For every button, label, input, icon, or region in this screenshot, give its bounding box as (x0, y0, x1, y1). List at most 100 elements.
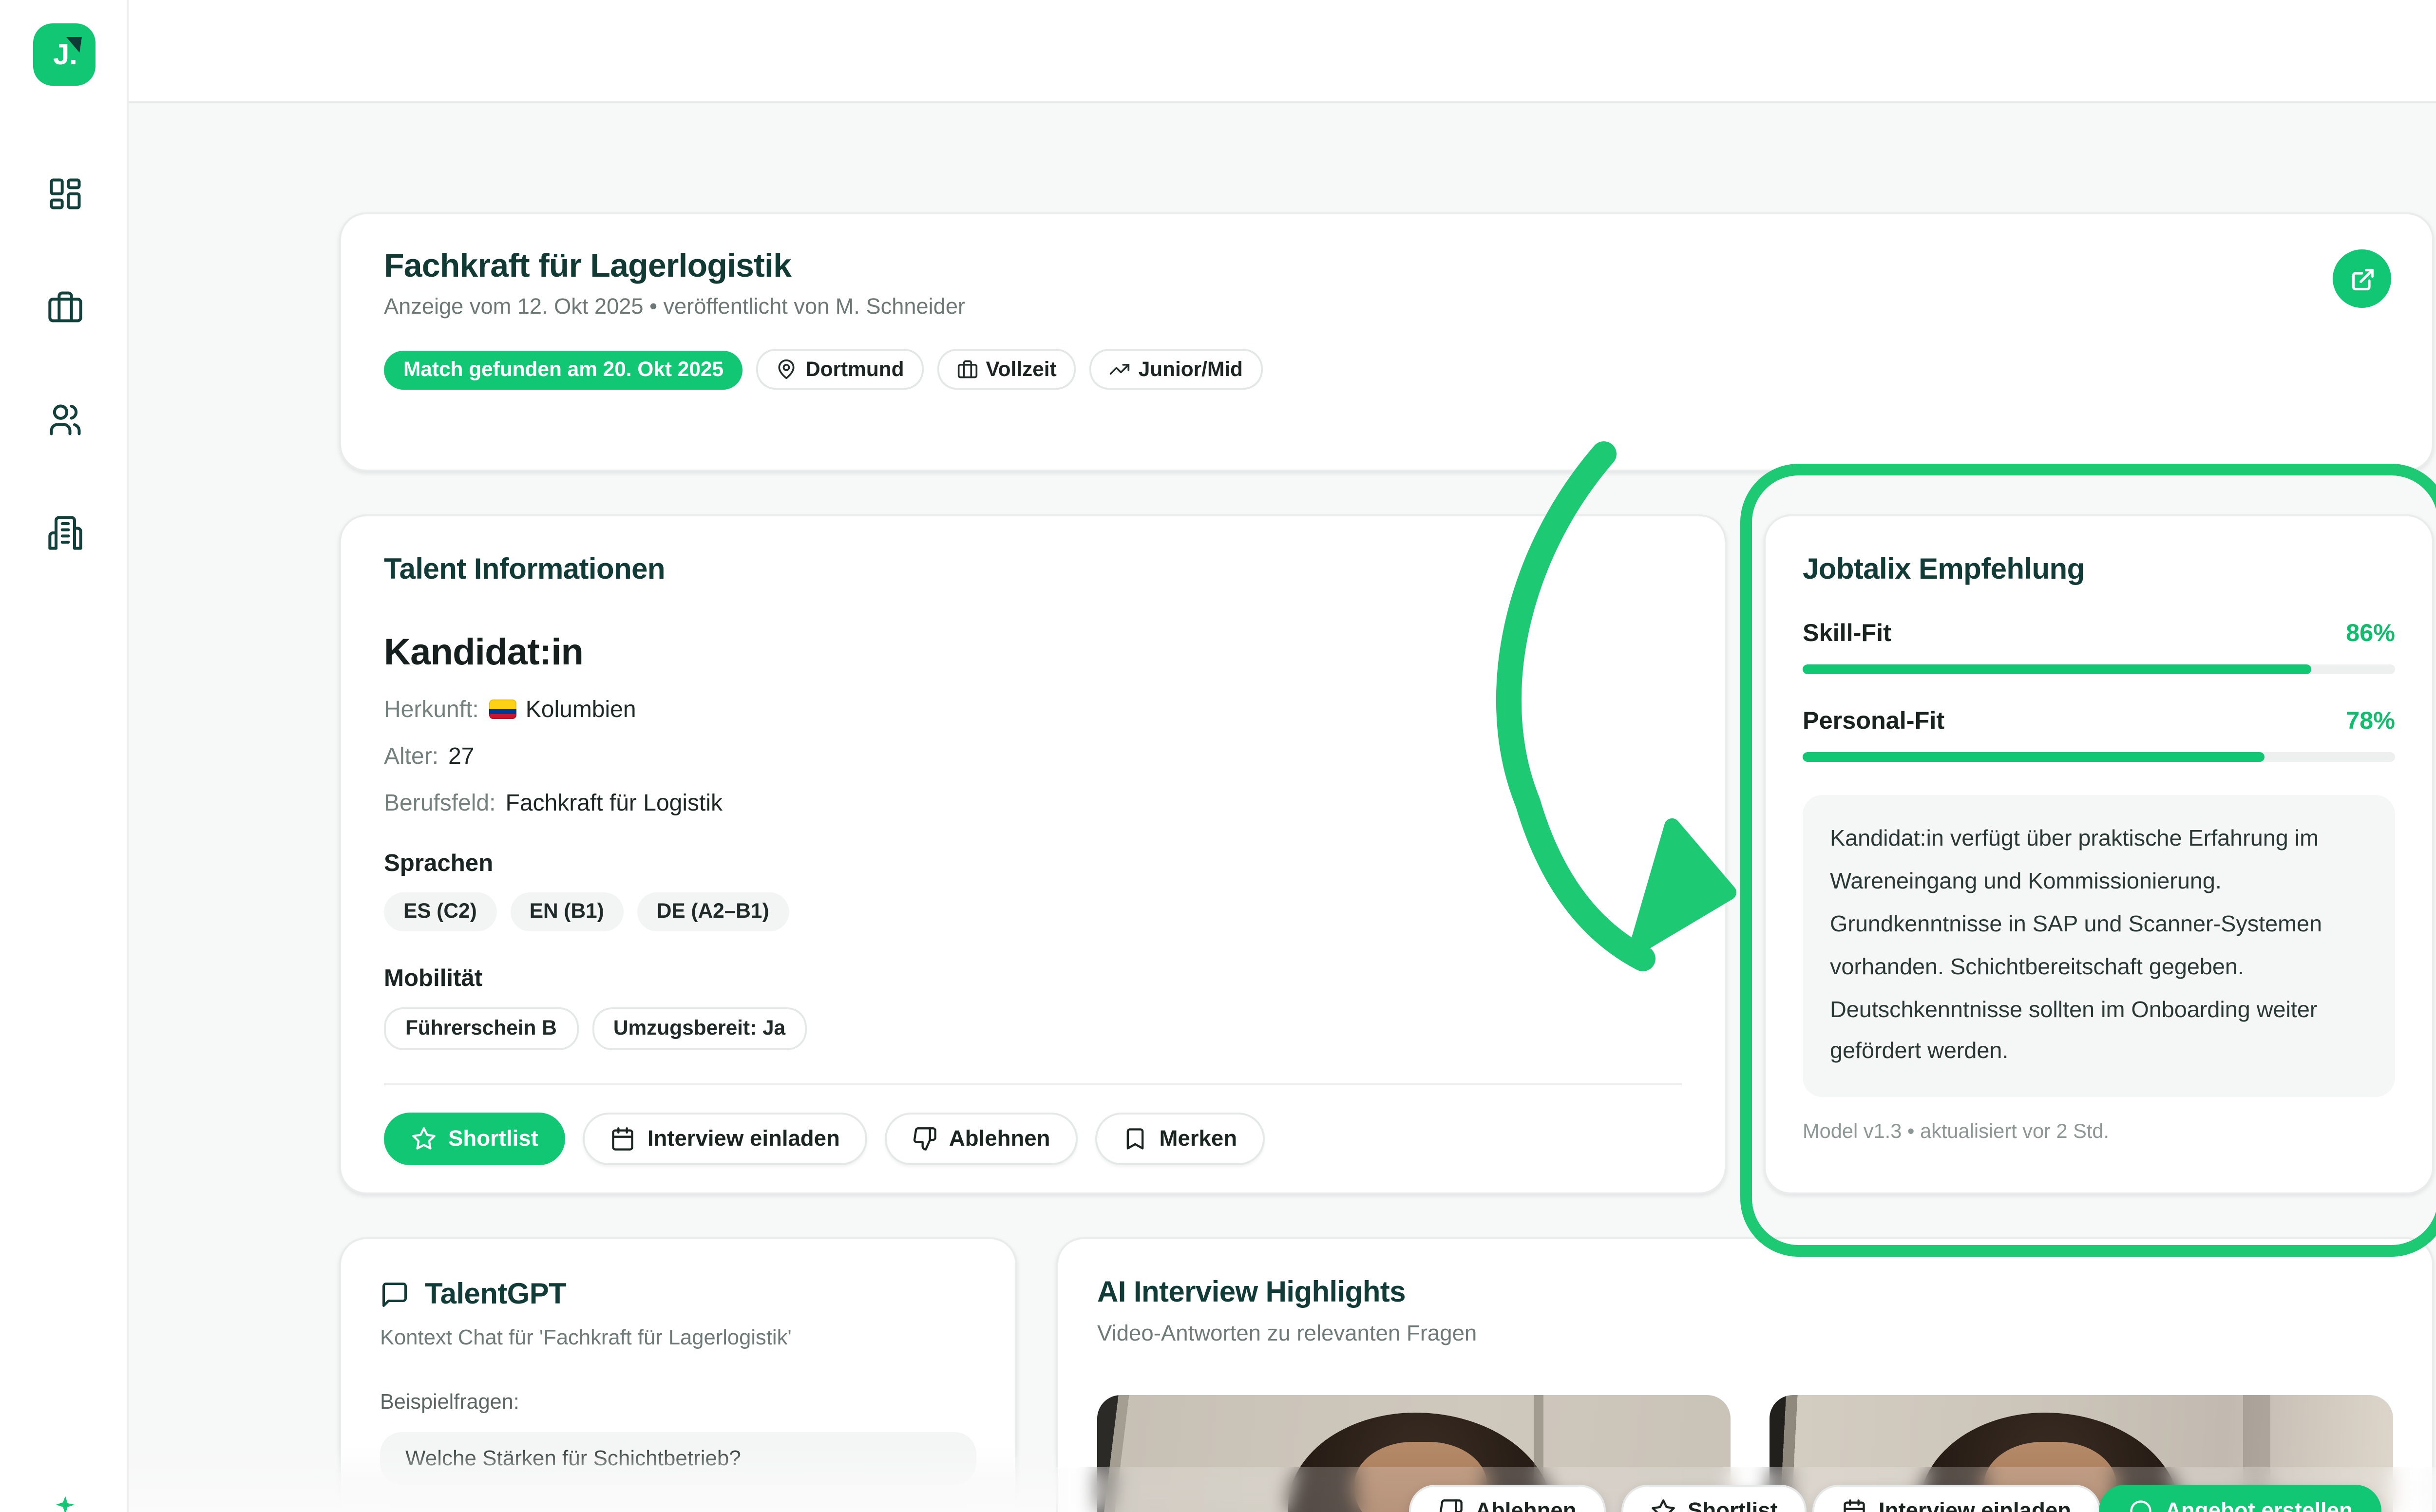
job-badges: Match gefunden am 20. Okt 2025 Dortmund … (384, 349, 2389, 390)
talent-card-title: Talent Informationen (384, 553, 1682, 586)
thumbs-down-icon (912, 1126, 937, 1152)
briefcase-icon (46, 287, 83, 324)
shortlist-button[interactable]: Shortlist (384, 1113, 566, 1165)
progress-track (1803, 752, 2395, 762)
button-label: Merken (1160, 1127, 1237, 1151)
talentgpt-header: TalentGPT (380, 1278, 976, 1311)
job-tag-label: Dortmund (805, 358, 904, 381)
job-tag-label: Junior/Mid (1139, 358, 1243, 381)
external-link-icon (2349, 266, 2375, 291)
button-label: Shortlist (1688, 1499, 1778, 1512)
colombia-flag-icon (489, 699, 516, 719)
chat-bubble-icon (380, 1280, 409, 1309)
job-title: Fachkraft für Lagerlogistik (384, 247, 2389, 286)
invite-interview-button[interactable]: Interview einladen (583, 1113, 867, 1165)
star-icon (1651, 1498, 1676, 1512)
reject-button[interactable]: Ablehnen (885, 1113, 1078, 1165)
job-tag-seniority: Junior/Mid (1090, 349, 1262, 390)
language-chip: ES (C2) (384, 892, 496, 931)
recommendation-title: Jobtalix Empfehlung (1803, 553, 2395, 586)
sidebar-item-dashboard[interactable] (31, 160, 97, 226)
bottom-action-bar: Ablehnen Shortlist Interview einladen An… (0, 1485, 2436, 1512)
sidebar: J. (0, 0, 129, 1512)
metric-label: Skill-Fit (1803, 620, 1891, 647)
circle-icon (2128, 1498, 2153, 1512)
top-header: MS (129, 0, 2436, 103)
talent-actions: Shortlist Interview einladen Ablehnen Me… (384, 1113, 1682, 1165)
field-label: Alter: (384, 742, 438, 770)
ai-interview-title: AI Interview Highlights (1097, 1276, 2393, 1309)
languages-title: Sprachen (384, 850, 1682, 877)
bookmark-button[interactable]: Merken (1095, 1113, 1265, 1165)
sidebar-item-companies[interactable] (31, 499, 97, 565)
recommendation-card: Jobtalix Empfehlung Skill-Fit 86% Person… (1764, 514, 2434, 1194)
map-pin-icon (776, 359, 798, 380)
metric-label: Personal-Fit (1803, 707, 1944, 735)
thumbs-down-icon (1438, 1498, 1464, 1512)
progress-fill (1803, 664, 2312, 674)
progress-fill (1803, 752, 2265, 762)
metric-skill-fit: Skill-Fit 86% (1803, 620, 2395, 674)
trending-up-icon (1109, 359, 1131, 380)
mobility-chip: Umzugsbereit: Ja (592, 1007, 807, 1050)
sidebar-nav (0, 160, 129, 565)
scale-wrapper: MS J. (0, 0, 2436, 1512)
sidebar-item-jobs[interactable] (31, 273, 97, 339)
open-job-posting-button[interactable] (2333, 249, 2391, 308)
calendar-icon (610, 1126, 636, 1152)
field-age: Alter: 27 (384, 742, 1682, 770)
job-tag-employment: Vollzeit (937, 349, 1076, 390)
divider (384, 1083, 1682, 1085)
language-chip: EN (B1) (510, 892, 624, 931)
job-card: Fachkraft für Lagerlogistik Anzeige vom … (339, 212, 2434, 472)
brand-logo[interactable]: J. (33, 23, 95, 86)
language-chip: DE (A2–B1) (637, 892, 789, 931)
button-label: Interview einladen (647, 1127, 840, 1151)
mobility-chip: Führerschein B (384, 1007, 578, 1050)
job-tag-label: Vollzeit (986, 358, 1057, 381)
button-label: Angebot erstellen (2165, 1499, 2353, 1512)
example-questions-label: Beispielfragen: (380, 1391, 976, 1415)
field-profession: Berufsfeld: Fachkraft für Logistik (384, 789, 1682, 816)
field-label: Berufsfeld: (384, 789, 496, 816)
recommendation-footer: Model v1.3 • aktualisiert vor 2 Std. (1803, 1123, 2395, 1144)
create-offer-button[interactable]: Angebot erstellen (2099, 1485, 2382, 1512)
match-badge: Match gefunden am 20. Okt 2025 (384, 350, 743, 389)
mobility-title: Mobilität (384, 964, 1682, 992)
example-question[interactable]: Welche Stärken für Schichtbetrieb? (380, 1432, 976, 1485)
field-label: Herkunft: (384, 696, 479, 723)
invite-interview-button-bottom[interactable]: Interview einladen (1812, 1485, 2100, 1512)
job-meta: Anzeige vom 12. Okt 2025 • veröffentlich… (384, 296, 2389, 320)
talentgpt-card: TalentGPT Kontext Chat für 'Fachkraft fü… (339, 1237, 1017, 1512)
sidebar-item-talents[interactable] (31, 386, 97, 452)
shortlist-button-bottom[interactable]: Shortlist (1621, 1485, 1807, 1512)
recommendation-summary: Kandidat:in verfügt über praktische Erfa… (1803, 795, 2395, 1097)
metric-value: 86% (2346, 620, 2395, 647)
language-chips: ES (C2) EN (B1) DE (A2–B1) (384, 892, 1682, 931)
app-root: MS J. (0, 0, 2436, 1512)
progress-track (1803, 664, 2395, 674)
field-value: Fachkraft für Logistik (506, 789, 723, 816)
talentgpt-subtitle: Kontext Chat für 'Fachkraft für Lagerlog… (380, 1327, 976, 1350)
button-label: Interview einladen (1879, 1499, 2071, 1512)
briefcase-icon (957, 359, 978, 380)
button-label: Ablehnen (949, 1127, 1050, 1151)
field-origin: Herkunft: Kolumbien (384, 696, 1682, 723)
reject-button-bottom[interactable]: Ablehnen (1409, 1485, 1606, 1512)
button-label: Ablehnen (1475, 1499, 1577, 1512)
mobility-chips: Führerschein B Umzugsbereit: Ja (384, 1007, 1682, 1050)
star-icon (411, 1126, 437, 1152)
talent-info-card: Talent Informationen Kandidat:in Herkunf… (339, 514, 1727, 1194)
talentgpt-title: TalentGPT (425, 1278, 566, 1311)
button-label: Shortlist (448, 1127, 538, 1151)
users-icon (46, 400, 83, 437)
calendar-icon (1842, 1498, 1867, 1512)
field-value: 27 (448, 742, 474, 770)
metric-personal-fit: Personal-Fit 78% (1803, 707, 2395, 762)
metric-value: 78% (2346, 707, 2395, 735)
building-icon (46, 513, 83, 550)
candidate-heading: Kandidat:in (384, 633, 1682, 676)
dashboard-icon (46, 174, 83, 211)
field-value: Kolumbien (526, 696, 636, 723)
job-tag-location: Dortmund (757, 349, 923, 390)
